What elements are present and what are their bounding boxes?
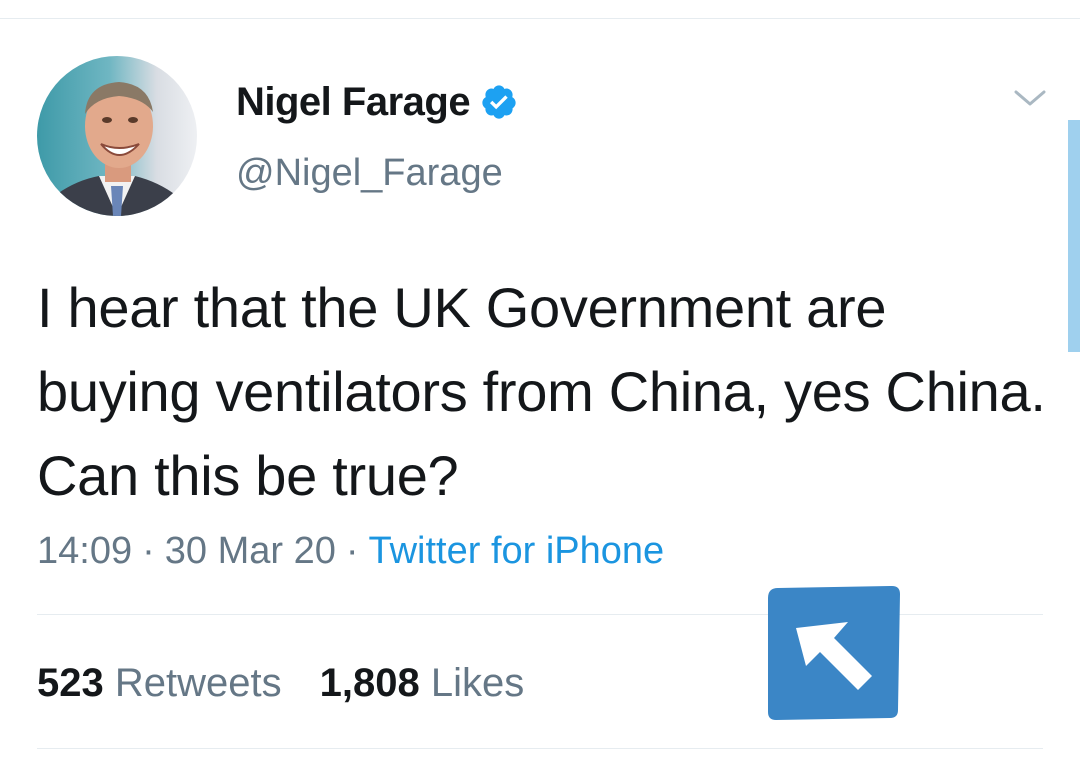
scroll-indicator <box>1068 120 1080 352</box>
arrow-up-left-icon <box>768 586 900 720</box>
tweet-meta: 14:09 · 30 Mar 20 · Twitter for iPhone <box>37 530 664 573</box>
tweet-text: I hear that the UK Government are buying… <box>37 276 1046 507</box>
top-divider <box>0 18 1080 19</box>
retweets-label: Retweets <box>114 661 282 705</box>
tweet-source-link[interactable]: Twitter for iPhone <box>369 530 665 572</box>
retweets-stat[interactable]: 523 Retweets <box>37 661 282 705</box>
meta-separator: · <box>345 530 359 572</box>
avatar-image <box>37 56 197 216</box>
avatar[interactable] <box>37 56 197 216</box>
author-name-row[interactable]: Nigel Farage <box>236 76 518 128</box>
tweet-time[interactable]: 14:09 <box>37 530 132 572</box>
retweets-count: 523 <box>37 661 104 705</box>
tweet-detail: Nigel Farage @Nigel_Farage I hear that t… <box>0 0 1080 758</box>
likes-stat[interactable]: 1,808 Likes <box>320 661 525 705</box>
tweet-stats: 523 Retweets 1,808 Likes <box>37 661 524 706</box>
display-name[interactable]: Nigel Farage <box>236 80 471 125</box>
likes-label: Likes <box>430 661 525 705</box>
chevron-down-icon[interactable] <box>1012 86 1048 110</box>
divider <box>37 748 1043 749</box>
meta-separator: · <box>142 530 155 572</box>
likes-count: 1,808 <box>319 661 420 705</box>
tweet-date[interactable]: 30 Mar 20 <box>165 530 336 572</box>
author-handle[interactable]: @Nigel_Farage <box>236 152 503 195</box>
verified-badge-icon <box>482 85 516 119</box>
